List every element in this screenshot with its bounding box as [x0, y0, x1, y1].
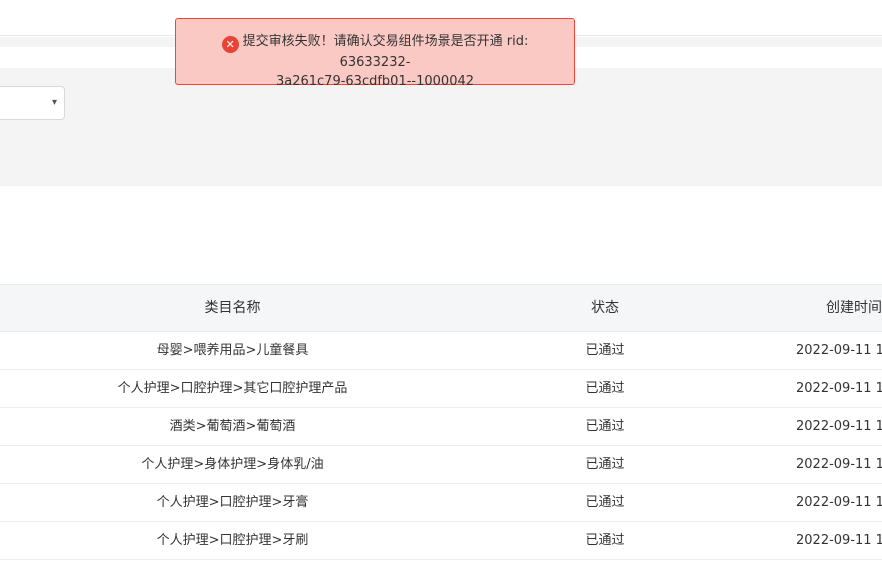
table-row: 个人护理>口腔护理>牙刷 已通过 2022-09-11 15: — [0, 522, 882, 560]
created-cell: 2022-09-11 15: — [796, 343, 882, 358]
table-row: 个人护理>口腔护理>其它口腔护理产品 已通过 2022-09-11 15: — [0, 370, 882, 408]
toast-message-text: 提交审核失败！请确认交易组件场景是否开通 rid: 63633232- — [242, 34, 529, 70]
created-cell: 2022-09-11 15: — [796, 533, 882, 548]
status-cell: 已通过 — [585, 343, 625, 358]
created-cell: 2022-09-11 15: — [796, 419, 882, 434]
error-circle-icon: ✕ — [221, 36, 239, 53]
toast-message-line2: 3a261c79-63cdfb01--1000042 — [275, 74, 475, 89]
category-table: 类目名称 状态 创建时间 母婴>喂养用品>儿童餐具 已通过 2022-09-11… — [0, 284, 882, 560]
table-row: 母婴>喂养用品>儿童餐具 已通过 2022-09-11 15: — [0, 332, 882, 370]
status-cell: 已通过 — [585, 533, 625, 548]
status-cell: 已通过 — [585, 457, 625, 472]
category-cell: 个人护理>口腔护理>牙刷 — [156, 533, 309, 548]
table-header: 类目名称 状态 创建时间 — [0, 284, 882, 332]
header-category: 类目名称 — [204, 300, 261, 316]
category-cell: 个人护理>身体护理>身体乳/油 — [141, 457, 324, 472]
table-row: 个人护理>口腔护理>牙膏 已通过 2022-09-11 15: — [0, 484, 882, 522]
error-toast: ✕ 提交审核失败！请确认交易组件场景是否开通 rid: 63633232- 3a2… — [175, 18, 575, 89]
status-cell: 已通过 — [585, 419, 625, 434]
header-created: 创建时间 — [826, 300, 882, 316]
toast-message-line1: ✕ 提交审核失败！请确认交易组件场景是否开通 rid: 63633232- — [190, 32, 560, 72]
created-cell: 2022-09-11 15: — [796, 457, 882, 472]
category-cell: 个人护理>口腔护理>牙膏 — [156, 495, 309, 510]
table-row: 酒类>葡萄酒>葡萄酒 已通过 2022-09-11 15: — [0, 408, 882, 446]
header-status: 状态 — [591, 300, 619, 316]
category-cell: 个人护理>口腔护理>其它口腔护理产品 — [117, 381, 348, 396]
chevron-down-icon: ▾ — [51, 97, 57, 108]
status-cell: 已通过 — [585, 381, 625, 396]
category-select[interactable]: ▾ — [0, 86, 65, 120]
category-cell: 酒类>葡萄酒>葡萄酒 — [169, 419, 296, 434]
status-cell: 已通过 — [585, 495, 625, 510]
created-cell: 2022-09-11 15: — [796, 495, 882, 510]
table-row: 个人护理>身体护理>身体乳/油 已通过 2022-09-11 15: — [0, 446, 882, 484]
category-cell: 母婴>喂养用品>儿童餐具 — [156, 343, 309, 358]
created-cell: 2022-09-11 15: — [796, 381, 882, 396]
